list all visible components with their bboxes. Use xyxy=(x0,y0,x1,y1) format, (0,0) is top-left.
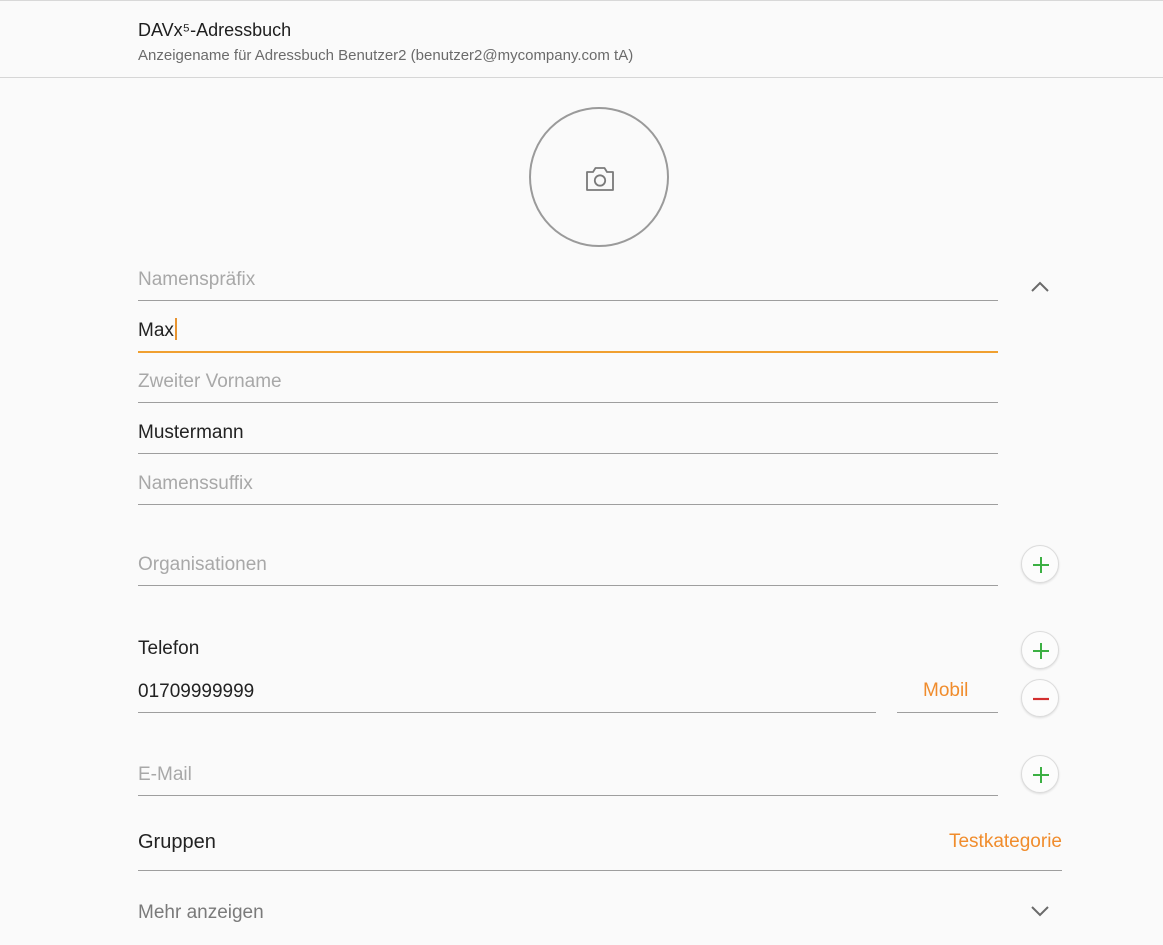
add-email-button[interactable] xyxy=(1021,755,1059,793)
groups-label: Gruppen xyxy=(138,831,216,853)
remove-phone-button[interactable] xyxy=(1021,679,1059,717)
name-suffix-field[interactable]: Namenssuffix xyxy=(138,470,998,505)
phone-type-value: Mobil xyxy=(923,680,969,701)
name-prefix-field[interactable]: Namenspräfix xyxy=(138,266,998,301)
add-organization-button[interactable] xyxy=(1021,545,1059,583)
phone-number-field[interactable]: 01709999999 xyxy=(138,678,876,713)
organizations-placeholder: Organisationen xyxy=(138,554,267,575)
plus-icon xyxy=(1033,557,1049,573)
contact-photo-button[interactable] xyxy=(529,107,669,247)
plus-icon xyxy=(1033,643,1049,659)
plus-icon xyxy=(1033,767,1049,783)
middle-name-placeholder: Zweiter Vorname xyxy=(138,371,282,392)
text-cursor xyxy=(174,318,177,340)
last-name-field[interactable]: Mustermann xyxy=(138,419,998,454)
phone-number-value: 01709999999 xyxy=(138,681,255,702)
show-more-label: Mehr anzeigen xyxy=(138,902,264,923)
middle-name-field[interactable]: Zweiter Vorname xyxy=(138,368,998,403)
groups-value: Testkategorie xyxy=(948,831,1062,852)
collapse-name-fields-icon[interactable] xyxy=(1030,279,1050,293)
first-name-field[interactable]: Max xyxy=(138,317,998,353)
add-phone-button[interactable] xyxy=(1021,631,1059,669)
email-placeholder: E-Mail xyxy=(138,764,192,785)
name-prefix-placeholder: Namenspräfix xyxy=(138,269,256,290)
phone-type-select[interactable]: Mobil xyxy=(897,678,998,713)
chevron-down-icon xyxy=(1031,906,1049,917)
first-name-value: Max xyxy=(138,320,174,341)
groups-row[interactable]: Gruppen Testkategorie xyxy=(138,827,1062,871)
account-subtitle: Anzeigename für Adressbuch Benutzer2 (be… xyxy=(138,47,634,64)
camera-icon xyxy=(586,167,614,191)
account-title: DAVx⁵-Adressbuch xyxy=(138,20,292,40)
name-suffix-placeholder: Namenssuffix xyxy=(138,473,253,494)
minus-icon xyxy=(1033,697,1049,701)
last-name-value: Mustermann xyxy=(138,422,244,443)
show-more-row[interactable]: Mehr anzeigen xyxy=(138,900,1062,930)
organizations-field[interactable]: Organisationen xyxy=(138,551,998,586)
phone-section-label: Telefon xyxy=(138,638,200,659)
account-header[interactable]: DAVx⁵-Adressbuch Anzeigename für Adressb… xyxy=(0,1,1163,78)
email-field[interactable]: E-Mail xyxy=(138,761,998,796)
